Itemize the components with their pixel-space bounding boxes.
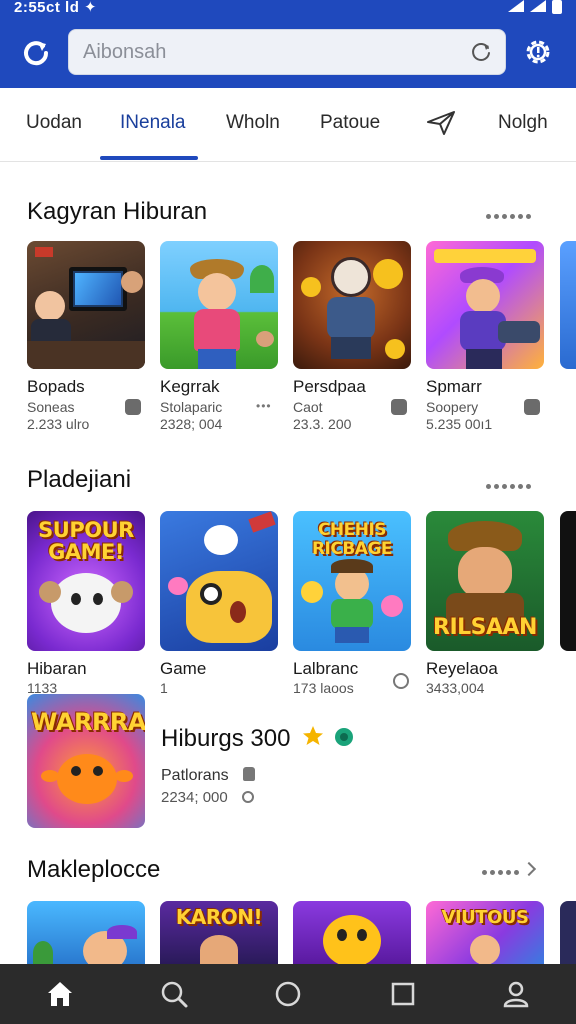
gear-icon — [526, 40, 550, 64]
app-thumbnail — [426, 241, 544, 369]
thumbnail-art-text: CHEHIS RICBAGE — [311, 520, 393, 559]
tab-wholn[interactable]: Wholn — [226, 112, 280, 134]
featured-meta: 2234; 000 — [161, 789, 254, 806]
app-card[interactable]: Kegrrak Stolaparic 2328; 004 ••• — [160, 241, 278, 432]
tab-inenala[interactable]: INenala — [120, 112, 186, 134]
app-card[interactable]: Bopads Soneas 2.233 ulro — [27, 241, 145, 432]
square-icon — [391, 982, 415, 1006]
featured-app[interactable]: WARRRA Hiburgs 300 Patlorans 2234; 000 — [27, 694, 547, 830]
status-time: 2:55ct ld ✦ — [14, 0, 98, 16]
rating-badge-icon — [391, 399, 407, 415]
refresh-button[interactable] — [18, 34, 54, 70]
app-meta: 2328; 004 — [160, 416, 223, 432]
share-icon[interactable] — [393, 673, 409, 689]
circle-icon — [275, 981, 301, 1007]
app-bar: 2:55ct ld ✦ — [0, 0, 576, 88]
nav-profile-button[interactable] — [498, 976, 534, 1012]
status-icons — [508, 0, 562, 14]
person-icon — [503, 981, 529, 1008]
battery-icon — [552, 0, 562, 14]
app-card[interactable] — [293, 901, 411, 964]
app-card[interactable]: Persdpaa Caot 23.3. 200 — [293, 241, 411, 432]
app-card[interactable] — [27, 901, 145, 964]
thumbnail-art-text: VIUTOUS — [441, 907, 529, 928]
active-tab-indicator — [100, 156, 198, 160]
tab-nolgh[interactable]: Nolgh — [498, 112, 548, 134]
section-title-3: Makleplocce — [27, 856, 161, 883]
app-card[interactable]: Spmarr Soopery 5.235 00ı1 — [426, 241, 544, 432]
app-thumbnail-partial[interactable] — [560, 511, 576, 651]
search-input[interactable] — [83, 30, 463, 74]
thumbnail-art-text: WARRRA — [31, 708, 145, 736]
app-name: Hibaran — [27, 659, 87, 678]
app-thumbnail: KARON! — [160, 901, 278, 964]
status-bar: 2:55ct ld ✦ — [0, 0, 576, 20]
nav-search-button[interactable] — [156, 976, 192, 1012]
signal-icon — [508, 0, 524, 12]
app-card[interactable]: Game 1 — [160, 511, 278, 696]
thumbnail-art-text: KARON! — [175, 905, 263, 929]
section-title-1: Kagyran Hiburan — [27, 198, 208, 225]
app-thumbnail-partial[interactable] — [560, 901, 576, 964]
app-card[interactable]: RILSAAN Reyelaoa 3433,004 — [426, 511, 544, 696]
app-name: Spmarr — [426, 377, 482, 396]
app-thumbnail — [160, 511, 278, 651]
featured-thumbnail: WARRRA — [27, 694, 145, 828]
refresh-icon — [24, 41, 49, 66]
app-thumbnail: RILSAAN — [426, 511, 544, 651]
info-icon — [241, 791, 254, 803]
app-name: Kegrrak — [160, 377, 220, 396]
app-thumbnail — [27, 241, 145, 369]
star-icon — [303, 726, 324, 745]
tab-patoue[interactable]: Patoue — [320, 112, 380, 134]
featured-title: Hiburgs 300 — [161, 724, 354, 753]
app-meta: 2.233 ulro — [27, 416, 90, 432]
tab-uodan[interactable]: Uodan — [26, 112, 82, 134]
app-thumbnail-partial[interactable] — [560, 241, 576, 369]
app-thumbnail — [293, 901, 411, 964]
app-card[interactable]: VIUTOUS — [426, 901, 544, 964]
app-card[interactable]: KARON! — [160, 901, 278, 964]
thumbnail-art-text: RILSAAN — [433, 615, 537, 640]
lock-icon — [243, 767, 256, 781]
app-name: Reyelaoa — [426, 659, 498, 678]
bottom-navigation — [0, 964, 576, 1024]
nav-home-button[interactable] — [42, 976, 78, 1012]
wifi-icon — [530, 0, 546, 12]
more-options-icon[interactable]: ••• — [256, 399, 274, 413]
app-thumbnail — [293, 241, 411, 369]
app-thumbnail: CHEHIS RICBAGE — [293, 511, 411, 651]
app-card[interactable]: CHEHIS RICBAGE Lalbranc 173 laoos — [293, 511, 411, 696]
verified-icon — [334, 728, 353, 746]
nav-square-button[interactable] — [385, 976, 421, 1012]
tab-bar: Uodan INenala Wholn Patoue Nolgh — [0, 88, 576, 162]
app-thumbnail — [27, 901, 145, 964]
app-name: Persdpaa — [293, 377, 366, 396]
app-meta: 5.235 00ı1 — [426, 416, 493, 432]
featured-subtitle: Patlorans — [161, 767, 256, 785]
settings-button[interactable] — [522, 36, 554, 68]
nav-circle-button[interactable] — [270, 976, 306, 1012]
app-thumbnail: VIUTOUS — [426, 901, 544, 964]
more-button-3[interactable] — [482, 861, 542, 877]
rating-badge-icon — [524, 399, 540, 415]
app-thumbnail: SUPOUR GAME! — [27, 511, 145, 651]
reload-icon[interactable] — [469, 40, 493, 64]
app-name: Game — [160, 659, 207, 678]
thumbnail-art-text: SUPOUR GAME! — [38, 518, 134, 564]
search-icon — [161, 981, 188, 1008]
app-thumbnail — [160, 241, 278, 369]
paper-plane-icon[interactable] — [426, 110, 456, 136]
section-title-2: Pladejiani — [27, 466, 132, 493]
home-icon — [48, 982, 72, 1006]
app-meta: 23.3. 200 — [293, 416, 352, 432]
app-name: Bopads — [27, 377, 85, 396]
search-bar[interactable] — [68, 29, 506, 75]
more-button-1[interactable] — [486, 206, 542, 219]
app-card[interactable]: SUPOUR GAME! Hibaran 1133 — [27, 511, 145, 696]
rating-badge-icon — [125, 399, 141, 415]
more-button-2[interactable] — [486, 476, 542, 489]
